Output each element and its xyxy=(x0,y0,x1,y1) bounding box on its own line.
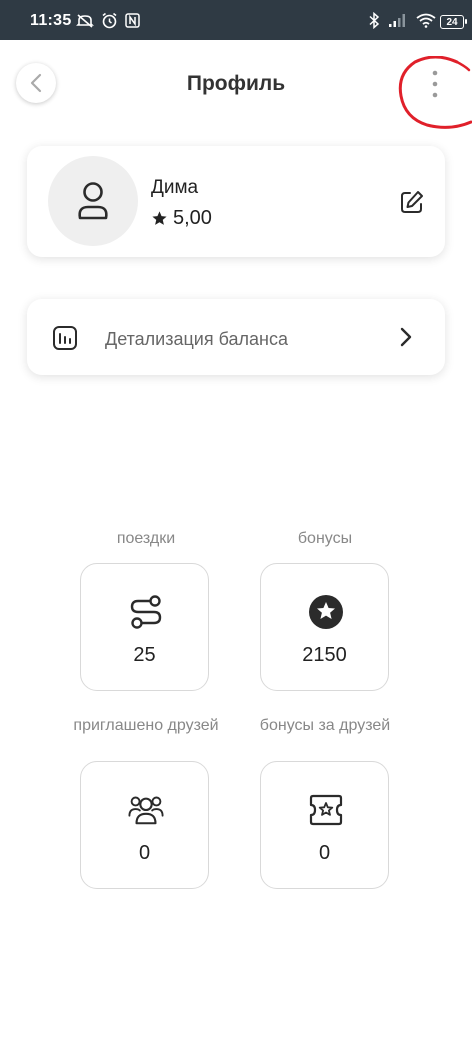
signal-icon xyxy=(389,14,405,27)
page-title: Профиль xyxy=(186,72,286,95)
user-rating: 5,00 xyxy=(151,207,212,230)
friends-bonuses-count: 0 xyxy=(318,842,331,864)
chevron-right-icon xyxy=(400,327,412,347)
edit-icon[interactable] xyxy=(399,189,425,215)
nfc-icon xyxy=(125,13,140,28)
friends-bonuses-label: бонусы за друзей xyxy=(259,717,391,734)
wifi-icon xyxy=(416,13,436,28)
user-icon xyxy=(78,182,108,220)
bonuses-label: бонусы xyxy=(297,530,353,547)
star-icon xyxy=(152,211,167,225)
alarm-icon xyxy=(102,12,117,29)
user-name: Дима xyxy=(151,177,199,198)
trips-stat[interactable]: 25 xyxy=(80,563,209,691)
friends-bonuses-stat[interactable]: 0 xyxy=(260,761,389,889)
rating-value: 5,00 xyxy=(173,207,212,229)
trips-label: поездки xyxy=(116,530,176,547)
invited-friends-count: 0 xyxy=(138,842,151,864)
bluetooth-icon xyxy=(369,12,380,29)
status-bar: 11:35 24 xyxy=(0,0,472,40)
avatar[interactable] xyxy=(48,156,138,246)
friends-icon xyxy=(128,796,164,825)
star-badge-icon xyxy=(309,595,343,629)
bar-chart-icon xyxy=(53,326,77,350)
trips-count: 25 xyxy=(133,644,156,666)
balance-details-button[interactable]: Детализация баланса xyxy=(27,299,445,375)
battery-indicator: 24 xyxy=(440,15,467,29)
profile-card: Дима 5,00 xyxy=(27,146,445,257)
invited-friends-stat[interactable]: 0 xyxy=(80,761,209,889)
more-vertical-icon xyxy=(432,70,438,98)
invited-friends-label: приглашено друзей xyxy=(73,717,219,734)
balance-details-label: Детализация баланса xyxy=(105,329,288,349)
bonuses-count: 2150 xyxy=(302,644,347,666)
more-menu-button[interactable] xyxy=(422,64,448,104)
ticket-star-icon xyxy=(309,794,343,826)
route-icon xyxy=(130,595,162,629)
bonuses-stat[interactable]: 2150 xyxy=(260,563,389,691)
battery-level: 24 xyxy=(446,16,458,28)
status-time: 11:35 xyxy=(30,12,72,29)
mute-icon xyxy=(76,13,94,28)
